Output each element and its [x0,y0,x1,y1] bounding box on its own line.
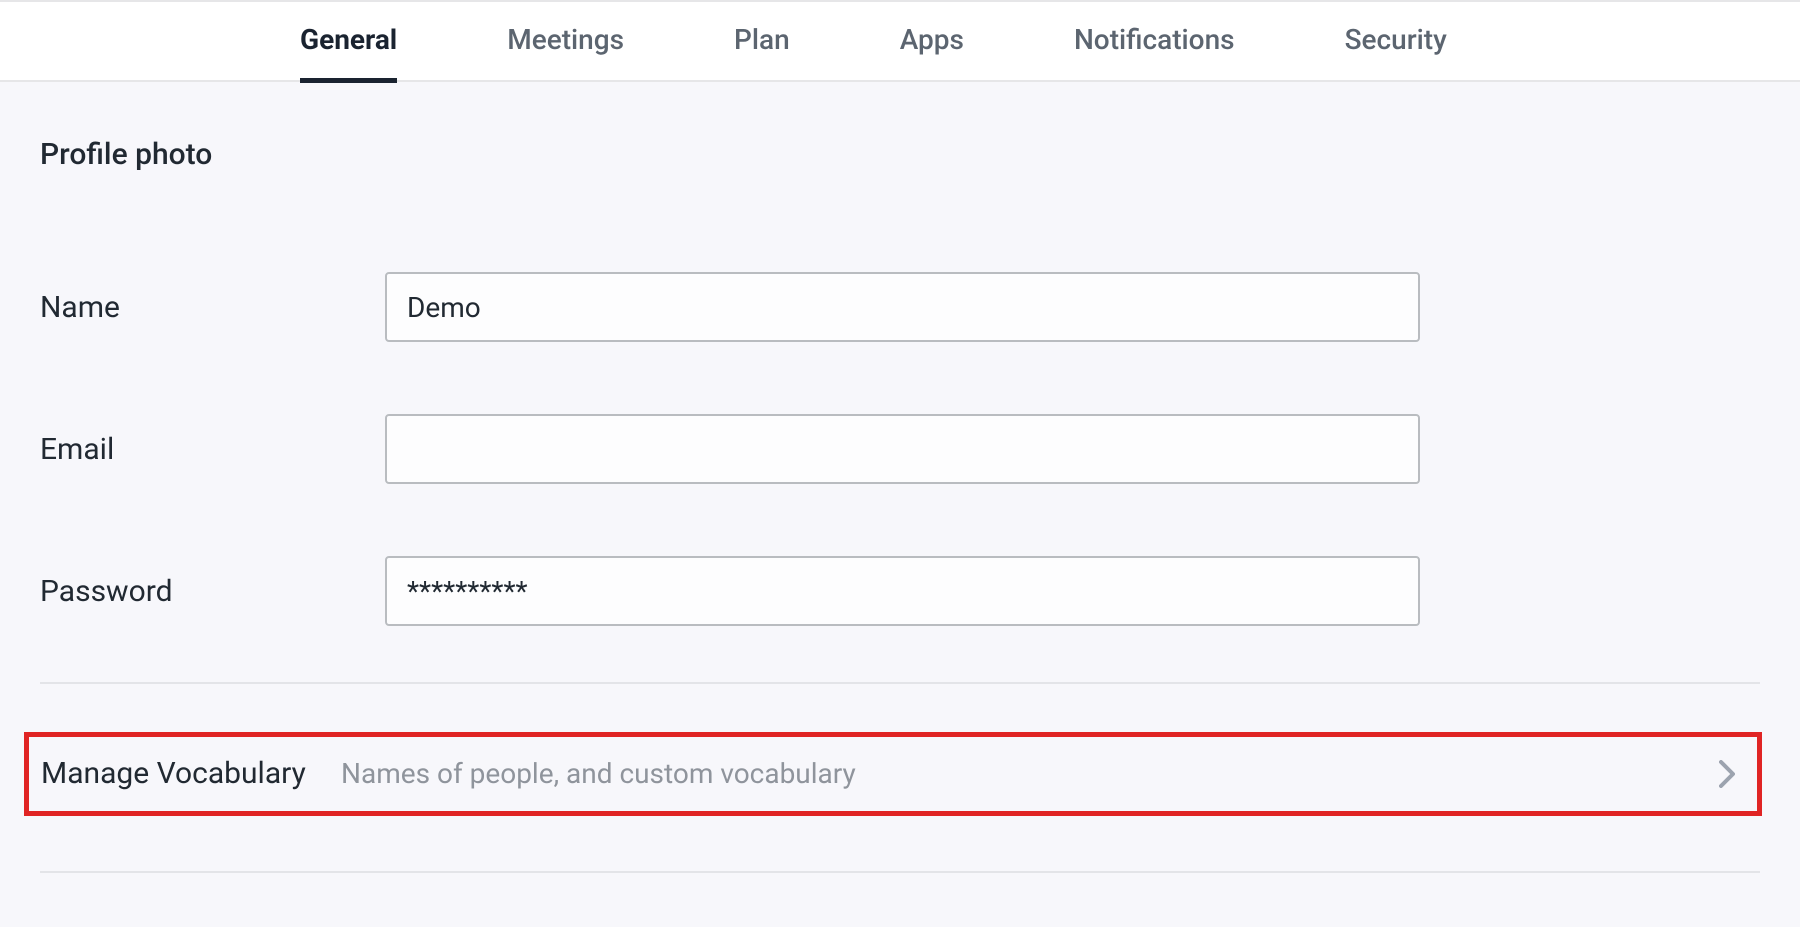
password-row: Password [40,556,1760,626]
manage-vocabulary-row[interactable]: Manage Vocabulary Names of people, and c… [41,755,1747,793]
email-row: Email [40,414,1760,484]
chevron-right-icon [1707,760,1747,788]
profile-photo-label: Profile photo [40,137,1760,172]
name-label: Name [40,290,385,325]
divider [40,682,1760,684]
name-input[interactable] [385,272,1420,342]
tab-general[interactable]: General [300,0,397,83]
password-input[interactable] [385,556,1420,626]
tab-notifications[interactable]: Notifications [1074,0,1235,83]
manage-vocabulary-highlight: Manage Vocabulary Names of people, and c… [24,732,1762,816]
manage-vocabulary-title: Manage Vocabulary [41,755,341,793]
tab-meetings[interactable]: Meetings [507,0,624,83]
manage-vocabulary-description: Names of people, and custom vocabulary [341,757,1707,790]
password-label: Password [40,574,385,609]
name-row: Name [40,272,1760,342]
email-label: Email [40,432,385,467]
tabs-bar: General Meetings Plan Apps Notifications… [0,0,1800,82]
tab-security[interactable]: Security [1345,0,1447,83]
tab-plan[interactable]: Plan [734,0,790,83]
tab-apps[interactable]: Apps [900,0,964,83]
settings-content: Profile photo Name Email Password Manage… [0,82,1800,873]
divider [40,871,1760,873]
email-input[interactable] [385,414,1420,484]
